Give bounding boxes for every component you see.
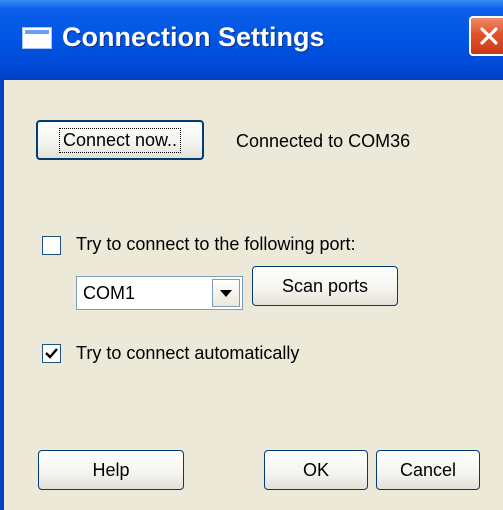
connect-port-checkbox[interactable] bbox=[42, 236, 61, 255]
window-icon bbox=[22, 27, 52, 49]
connect-port-label[interactable]: Try to connect to the following port: bbox=[76, 234, 355, 255]
title-bar[interactable]: Connection Settings bbox=[0, 0, 503, 80]
connection-status-text: Connected to COM36 bbox=[236, 131, 411, 151]
help-button[interactable]: Help bbox=[38, 450, 184, 490]
ok-button[interactable]: OK bbox=[264, 450, 368, 490]
scan-ports-button[interactable]: Scan ports bbox=[252, 266, 398, 306]
cancel-button[interactable]: Cancel bbox=[376, 450, 480, 490]
connect-now-label: Connect now.. bbox=[58, 127, 182, 153]
port-dropdown-button[interactable] bbox=[212, 279, 240, 307]
port-select[interactable]: COM1 bbox=[76, 276, 243, 310]
close-button[interactable] bbox=[469, 16, 503, 56]
auto-connect-label[interactable]: Try to connect automatically bbox=[76, 343, 299, 364]
connect-now-button[interactable]: Connect now.. bbox=[36, 120, 204, 160]
window-frame-left bbox=[0, 80, 4, 510]
checkmark-icon bbox=[45, 348, 58, 359]
close-icon bbox=[480, 27, 498, 45]
chevron-down-icon bbox=[220, 290, 232, 297]
window-title: Connection Settings bbox=[62, 22, 325, 52]
auto-connect-checkbox[interactable] bbox=[42, 344, 61, 363]
connection-settings-dialog: Connection Settings Connect now.. Connec… bbox=[0, 0, 503, 510]
port-select-value: COM1 bbox=[83, 283, 136, 303]
